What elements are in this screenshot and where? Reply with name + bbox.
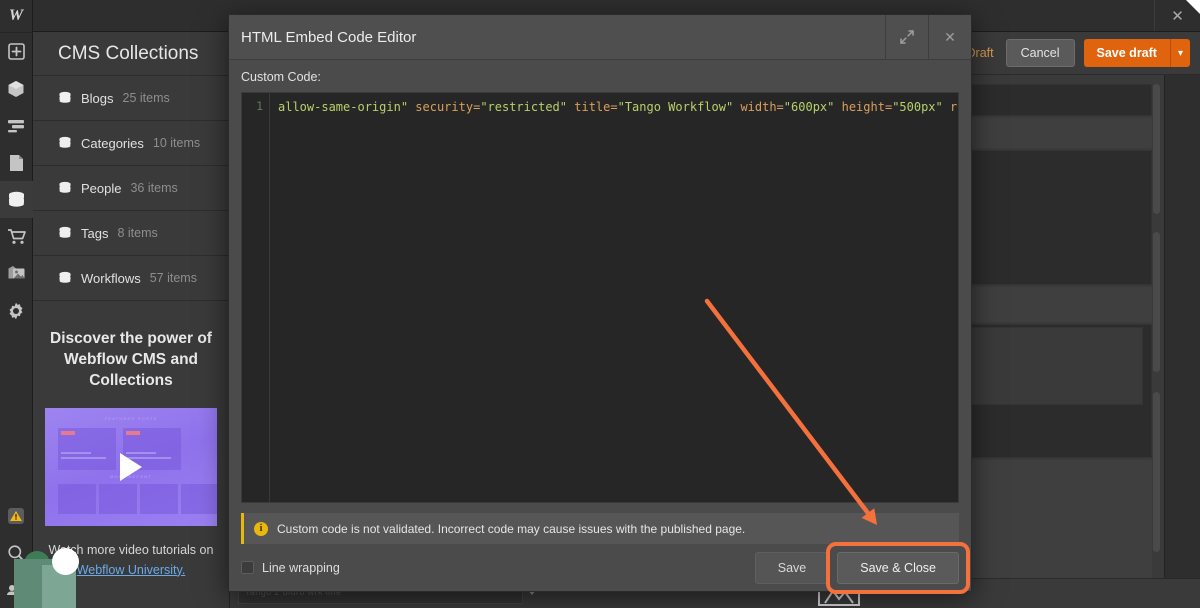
webflow-logo-icon[interactable]: W [0, 0, 33, 33]
code-token: security= [415, 100, 481, 114]
navigator-icon[interactable] [0, 107, 33, 144]
custom-code-label: Custom Code: [241, 70, 321, 84]
line-wrapping-toggle[interactable]: Line wrapping [241, 561, 340, 575]
code-editor[interactable]: 1 allow-same-origin" security="restricte… [241, 92, 959, 503]
code-token: "600px" [783, 100, 835, 114]
cursor-pointer-dot [52, 548, 79, 575]
modal-title: HTML Embed Code Editor [241, 28, 417, 46]
code-token: title= [574, 100, 618, 114]
promo-line-a1 [61, 451, 91, 454]
collection-count: 36 items [130, 181, 178, 195]
app-root: ✕ Draft Cancel Save draft ▾ Tango 2 blur… [0, 0, 1200, 608]
promo-card-c1 [58, 483, 96, 514]
collection-count: 8 items [117, 226, 158, 240]
promo-card-c2 [99, 483, 137, 514]
promo-line-a2 [61, 456, 106, 459]
modal-header: HTML Embed Code Editor ✕ [229, 15, 971, 60]
ecommerce-icon[interactable] [0, 218, 33, 255]
warning-text: Custom code is not validated. Incorrect … [277, 521, 746, 536]
modal-footer: Line wrapping Save Save & Close [229, 541, 971, 594]
sidebar-item-cms[interactable] [0, 181, 33, 218]
save-close-holder: Save & Close [826, 541, 970, 594]
right-utility-column [1164, 75, 1200, 608]
collection-name: Tags [81, 225, 109, 241]
line-wrapping-checkbox[interactable] [241, 561, 254, 574]
audit-warning-icon[interactable] [0, 497, 33, 534]
collection-count: 10 items [152, 136, 201, 150]
modal-body: Custom Code: 1 allow-same-origin" securi… [229, 60, 971, 503]
chevron-down-icon[interactable]: ▾ [1169, 39, 1190, 67]
database-icon [58, 271, 72, 285]
collection-row-blogs[interactable]: Blogs 25 items [33, 76, 229, 121]
promo-card-c4 [181, 483, 217, 514]
code-token: width= [740, 100, 784, 114]
promo-thumb-label-1: FEATURED POSTS [104, 415, 158, 421]
panel-scrollbar[interactable] [1153, 84, 1160, 214]
database-icon [58, 136, 72, 150]
promo-tag-b [126, 430, 140, 435]
assets-icon[interactable] [0, 255, 33, 292]
html-embed-code-editor-modal: HTML Embed Code Editor ✕ Custom Code: 1 … [228, 14, 972, 594]
page-title: CMS Collections [33, 32, 229, 76]
cursor-blob-decoration [14, 548, 79, 608]
webflow-university-link[interactable]: Webflow University. [77, 563, 186, 577]
code-token: "Tango Workflow" [617, 100, 734, 114]
collection-row-workflows[interactable]: Workflows 57 items [33, 256, 229, 301]
cancel-button[interactable]: Cancel [1005, 39, 1075, 67]
line-number: 1 [256, 99, 263, 113]
code-line-1: allow-same-origin" security="restricted"… [278, 99, 958, 115]
database-icon [58, 226, 72, 240]
expand-icon[interactable] [886, 15, 928, 59]
collection-row-tags[interactable]: Tags 8 items [33, 211, 229, 256]
database-icon [58, 91, 72, 105]
collection-name: Workflows [81, 270, 141, 286]
cms-promo-card: Discover the power of Webflow CMS and Co… [33, 315, 229, 580]
code-token: "restricted" [480, 100, 568, 114]
collection-name: Categories [81, 135, 144, 151]
database-icon [58, 181, 72, 195]
code-text-area[interactable]: allow-same-origin" security="restricted"… [270, 93, 958, 502]
modal-close-icon[interactable]: ✕ [929, 15, 971, 59]
cms-collections-panel: CMS Collections Blogs 25 items Categorie… [33, 32, 230, 608]
collection-name: People [81, 180, 122, 196]
save-draft-button[interactable]: Save draft [1083, 39, 1170, 67]
promo-tag-a [61, 430, 75, 435]
collection-row-people[interactable]: People 36 items [33, 166, 229, 211]
collection-row-categories[interactable]: Categories 10 items [33, 121, 229, 166]
designer-left-rail: W [0, 0, 33, 608]
components-icon[interactable] [0, 70, 33, 107]
panel-scrollbar-2[interactable] [1153, 232, 1160, 372]
info-icon: i [254, 521, 268, 536]
line-number-gutter: 1 [242, 93, 270, 502]
collection-name: Blogs [81, 90, 114, 106]
save-draft-group: Save draft ▾ [1083, 39, 1190, 67]
promo-video-thumbnail[interactable]: FEATURED POSTS MOST RECENT [45, 407, 217, 526]
add-element-icon[interactable] [0, 33, 33, 70]
promo-heading: Discover the power of Webflow CMS and Co… [50, 330, 212, 389]
collection-count: 25 items [122, 91, 170, 105]
play-icon[interactable] [120, 452, 142, 481]
validation-warning-banner: i Custom code is not validated. Incorrec… [241, 513, 959, 544]
code-token: allow-same-origin" [278, 100, 409, 114]
save-button[interactable]: Save [754, 551, 830, 584]
code-token: referrerpolicy= [950, 100, 958, 114]
code-token: "500px" [892, 100, 943, 114]
line-wrapping-label: Line wrapping [262, 560, 340, 575]
save-close-button[interactable]: Save & Close [837, 551, 959, 584]
promo-card-c3 [140, 483, 178, 514]
pages-icon[interactable] [0, 144, 33, 181]
settings-gear-icon[interactable] [0, 292, 33, 329]
panel-scrollbar-3[interactable] [1153, 392, 1160, 552]
code-token: height= [841, 100, 893, 114]
collection-count: 57 items [149, 271, 197, 285]
